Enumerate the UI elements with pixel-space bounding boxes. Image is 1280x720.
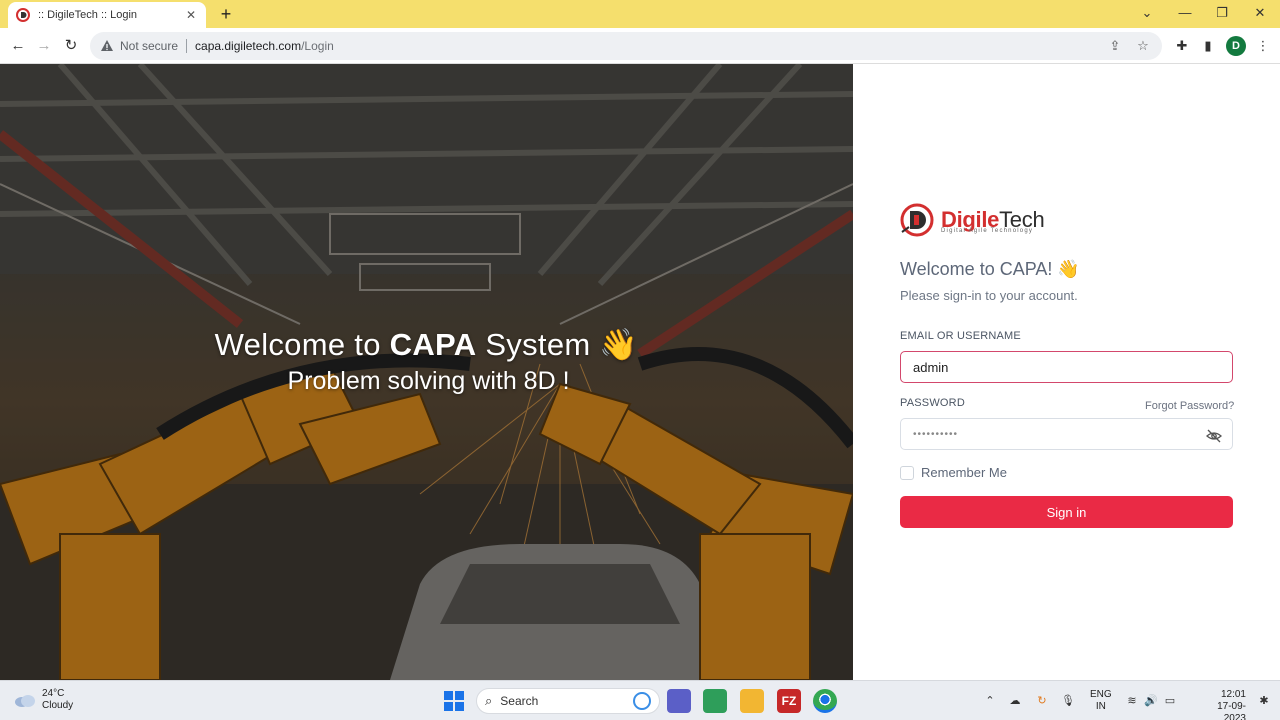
hero-title-prefix: Welcome to	[214, 327, 390, 362]
forgot-password-link[interactable]: Forgot Password?	[1145, 400, 1234, 412]
warning-triangle-icon	[101, 40, 113, 51]
minimize-icon[interactable]: —	[1175, 4, 1195, 22]
browser-toolbar: ← → ↻ Not secure capa.digiletech.com/Log…	[0, 28, 1280, 64]
password-label: PASSWORD	[900, 397, 965, 409]
tab-search-chevron-icon[interactable]: ⌄	[1137, 4, 1157, 22]
wifi-icon[interactable]: ≋	[1124, 693, 1140, 709]
back-arrow-icon[interactable]: ←	[8, 36, 28, 56]
region-code: IN	[1095, 701, 1106, 712]
weather-condition: Cloudy	[42, 700, 74, 711]
menu-kebab-icon[interactable]: ⋮	[1254, 37, 1272, 55]
volume-icon[interactable]: 🔊	[1143, 693, 1159, 709]
sync-icon[interactable]: ↻	[1034, 693, 1050, 709]
hero-panel: Welcome to CAPA System 👋 Problem solving…	[0, 64, 853, 680]
temperature: 24°C	[42, 688, 65, 699]
digiletech-logo-icon	[900, 203, 934, 237]
show-hidden-icons-chevron-icon[interactable]: ⌃	[982, 693, 998, 709]
eye-off-icon[interactable]	[1206, 428, 1222, 444]
password-input[interactable]	[900, 418, 1233, 450]
hero-title: Welcome to CAPA System 👋	[0, 326, 853, 363]
clock-time: 12:01	[1220, 689, 1246, 700]
digiletech-favicon-icon	[16, 8, 30, 22]
remember-me-label[interactable]: Remember Me	[921, 465, 1007, 480]
tab-title: :: DigileTech :: Login	[38, 9, 138, 21]
bookmark-star-icon[interactable]: ☆	[1134, 37, 1152, 55]
taskbar-search[interactable]: ⌕ Search	[476, 688, 660, 714]
windows-taskbar: 24°C Cloudy ⌕ Search FZ ⌃ ☁ ↻ 🎙 ENG IN ≋…	[0, 680, 1280, 720]
reload-icon[interactable]: ↻	[61, 36, 81, 56]
clock-date: 17-09-2023	[1217, 701, 1246, 720]
signin-instruction: Please sign-in to your account.	[900, 288, 1078, 303]
omnibox-divider	[186, 39, 188, 53]
teams-chat-icon[interactable]	[667, 689, 691, 713]
search-icon: ⌕	[485, 693, 493, 708]
url-text[interactable]: capa.digiletech.com/Login	[195, 39, 1096, 53]
tray-app-icon[interactable]: ☁	[1007, 693, 1023, 709]
file-explorer-icon[interactable]	[740, 689, 764, 713]
profile-avatar[interactable]: D	[1226, 36, 1246, 56]
close-tab-icon[interactable]: ✕	[184, 8, 198, 22]
maximize-icon[interactable]: ❐	[1212, 4, 1232, 22]
email-label: EMAIL OR USERNAME	[900, 330, 1021, 342]
filezilla-icon[interactable]: FZ	[777, 689, 801, 713]
waving-hand-icon: 👋	[599, 327, 639, 362]
language-indicator[interactable]: ENG IN	[1090, 689, 1112, 713]
cloud-icon	[15, 695, 35, 707]
windows-start-icon[interactable]	[442, 689, 466, 713]
brand-tagline: Digital Agile Technology	[941, 228, 1034, 234]
chrome-icon[interactable]	[813, 689, 837, 713]
hero-title-suffix: System	[476, 327, 591, 362]
browser-tabbar: :: DigileTech :: Login ✕ + ⌄ — ❐ ✕	[0, 0, 1280, 28]
system-clock[interactable]: 12:01 17-09-2023	[1206, 689, 1246, 720]
digiletech-logo: DigileTech Digital Agile Technology	[899, 202, 1045, 238]
notifications-icon[interactable]: ✱	[1256, 693, 1272, 709]
address-bar[interactable]: Not secure capa.digiletech.com/Login ⇪ ☆	[90, 32, 1162, 60]
login-panel: DigileTech Digital Agile Technology Welc…	[853, 64, 1280, 680]
sign-in-button[interactable]: Sign in	[900, 496, 1233, 528]
email-input[interactable]	[900, 351, 1233, 383]
extensions-puzzle-icon[interactable]: ✚	[1173, 37, 1191, 55]
not-secure-label[interactable]: Not secure	[120, 39, 178, 53]
hero-title-capa: CAPA	[389, 327, 477, 362]
language-code: ENG	[1090, 689, 1112, 700]
close-window-icon[interactable]: ✕	[1250, 4, 1270, 22]
search-label: Search	[500, 694, 539, 708]
share-icon[interactable]: ⇪	[1106, 37, 1124, 55]
side-panel-icon[interactable]: ▮	[1199, 37, 1217, 55]
browser-tab[interactable]: :: DigileTech :: Login ✕	[8, 2, 206, 28]
hero-subtitle: Problem solving with 8D !	[287, 367, 570, 395]
weather-widget[interactable]: 24°C Cloudy	[14, 688, 73, 712]
widgets-icon[interactable]	[703, 689, 727, 713]
microphone-icon[interactable]: 🎙	[1060, 693, 1076, 709]
forward-arrow-icon[interactable]: →	[34, 36, 54, 56]
url-path: /Login	[301, 39, 334, 53]
remember-me-checkbox[interactable]	[900, 466, 914, 480]
bing-icon	[633, 692, 651, 710]
battery-icon[interactable]: ▭	[1162, 693, 1178, 709]
new-tab-icon[interactable]: +	[216, 4, 236, 24]
welcome-heading: Welcome to CAPA! 👋	[900, 259, 1080, 279]
url-host: capa.digiletech.com	[195, 39, 302, 53]
